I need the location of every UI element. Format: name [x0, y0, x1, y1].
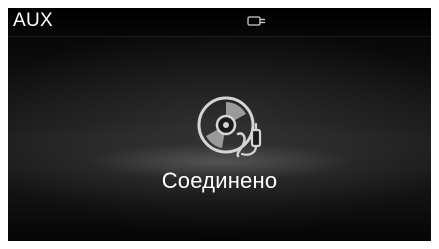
- plug-icon: [247, 16, 265, 26]
- connection-status-text: Соединено: [161, 168, 278, 193]
- status-bar: AUX: [8, 8, 431, 37]
- device-bezel: AUX Соединено: [0, 0, 439, 249]
- aux-screen: AUX Соединено: [8, 8, 431, 241]
- aux-disc-icon: [197, 96, 262, 158]
- source-title: AUX: [13, 10, 53, 31]
